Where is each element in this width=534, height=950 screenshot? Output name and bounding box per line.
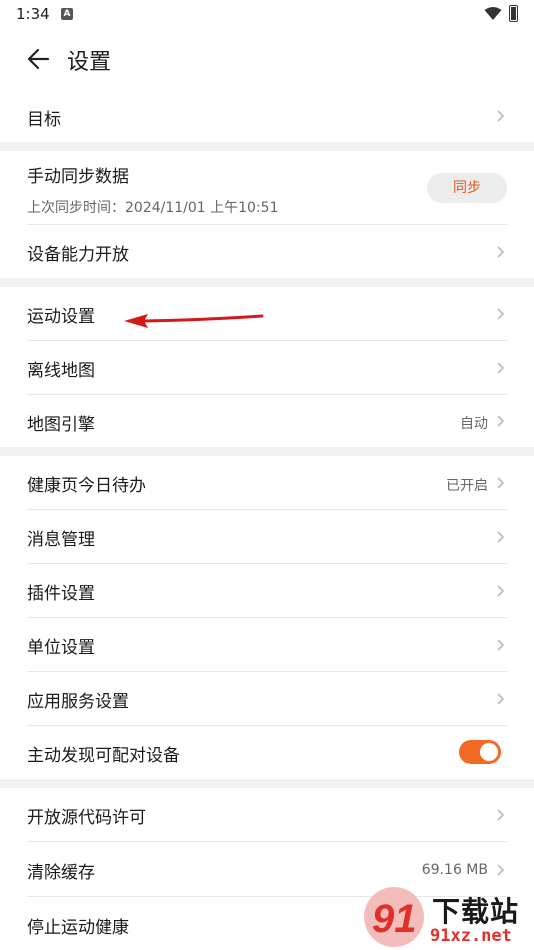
sport-settings-label: 运动设置	[27, 307, 95, 327]
settings-row-sport-settings[interactable]: 运动设置	[0, 287, 534, 340]
svg-text:91: 91	[372, 897, 417, 941]
chevron-right-icon	[497, 809, 505, 821]
manual-sync-label: 手动同步数据	[27, 167, 129, 187]
chevron-right-icon	[497, 246, 505, 258]
sync-button[interactable]: 同步	[427, 173, 507, 203]
health-today-label: 健康页今日待办	[27, 476, 146, 496]
settings-row-message-mgmt[interactable]: 消息管理	[0, 510, 534, 563]
settings-row-app-service[interactable]: 应用服务设置	[0, 672, 534, 725]
settings-row-device-ability[interactable]: 设备能力开放	[0, 225, 534, 278]
unit-settings-label: 单位设置	[27, 638, 95, 658]
chevron-right-icon	[497, 585, 505, 597]
status-bar: 1:34 A	[0, 0, 534, 28]
goal-label: 目标	[27, 110, 61, 130]
discover-devices-label: 主动发现可配对设备	[27, 746, 180, 766]
map-engine-label: 地图引擎	[27, 415, 95, 435]
chevron-right-icon	[497, 415, 505, 427]
card-general: 健康页今日待办 已开启 消息管理 插件设置 单位设置 应用服务设置 主动发现可配…	[0, 456, 534, 779]
app-service-label: 应用服务设置	[27, 692, 129, 712]
card-sync: 手动同步数据 上次同步时间：2024/11/01 上午10:51 同步 设备能力…	[0, 151, 534, 278]
chevron-right-icon	[497, 362, 505, 374]
clear-cache-value: 69.16 MB	[421, 862, 488, 878]
stop-health-label: 停止运动健康	[27, 918, 129, 938]
message-mgmt-label: 消息管理	[27, 530, 95, 550]
health-today-value: 已开启	[446, 478, 488, 494]
annotation-arrow-icon	[124, 314, 264, 328]
clear-cache-label: 清除缓存	[27, 863, 95, 883]
map-engine-value: 自动	[460, 416, 488, 432]
chevron-right-icon	[497, 639, 505, 651]
settings-row-open-source[interactable]: 开放源代码许可	[0, 788, 534, 841]
battery-icon	[509, 5, 518, 22]
settings-row-discover-devices: 主动发现可配对设备	[0, 726, 534, 779]
page-title: 设置	[67, 50, 112, 75]
chevron-right-icon	[497, 864, 505, 876]
settings-row-health-today[interactable]: 健康页今日待办 已开启	[0, 456, 534, 509]
settings-row-offline-map[interactable]: 离线地图	[0, 341, 534, 394]
open-source-label: 开放源代码许可	[27, 808, 146, 828]
discover-devices-toggle[interactable]	[459, 740, 501, 764]
card-sport: 运动设置 离线地图 地图引擎 自动	[0, 287, 534, 447]
settings-row-unit-settings[interactable]: 单位设置	[0, 618, 534, 671]
watermark-text: 下载站	[432, 895, 520, 928]
back-arrow-icon[interactable]	[22, 44, 56, 74]
settings-row-goal[interactable]: 目标	[0, 90, 534, 142]
card-goal: 目标	[0, 90, 534, 142]
chevron-right-icon	[497, 531, 505, 543]
app-header: 设置	[0, 28, 534, 90]
chevron-right-icon	[497, 308, 505, 320]
notification-icon: A	[61, 8, 73, 20]
watermark-url: 91xz.net	[430, 926, 512, 946]
settings-row-plugin-settings[interactable]: 插件设置	[0, 564, 534, 617]
offline-map-label: 离线地图	[27, 361, 95, 381]
settings-row-manual-sync: 手动同步数据 上次同步时间：2024/11/01 上午10:51 同步	[0, 151, 534, 224]
last-sync-time: 上次同步时间：2024/11/01 上午10:51	[27, 200, 279, 216]
chevron-right-icon	[497, 693, 505, 705]
status-time: 1:34	[16, 5, 50, 23]
chevron-right-icon	[497, 477, 505, 489]
device-ability-label: 设备能力开放	[27, 245, 129, 265]
chevron-right-icon	[497, 110, 505, 122]
settings-row-map-engine[interactable]: 地图引擎 自动	[0, 395, 534, 447]
plugin-settings-label: 插件设置	[27, 584, 95, 604]
wifi-icon	[484, 7, 502, 20]
